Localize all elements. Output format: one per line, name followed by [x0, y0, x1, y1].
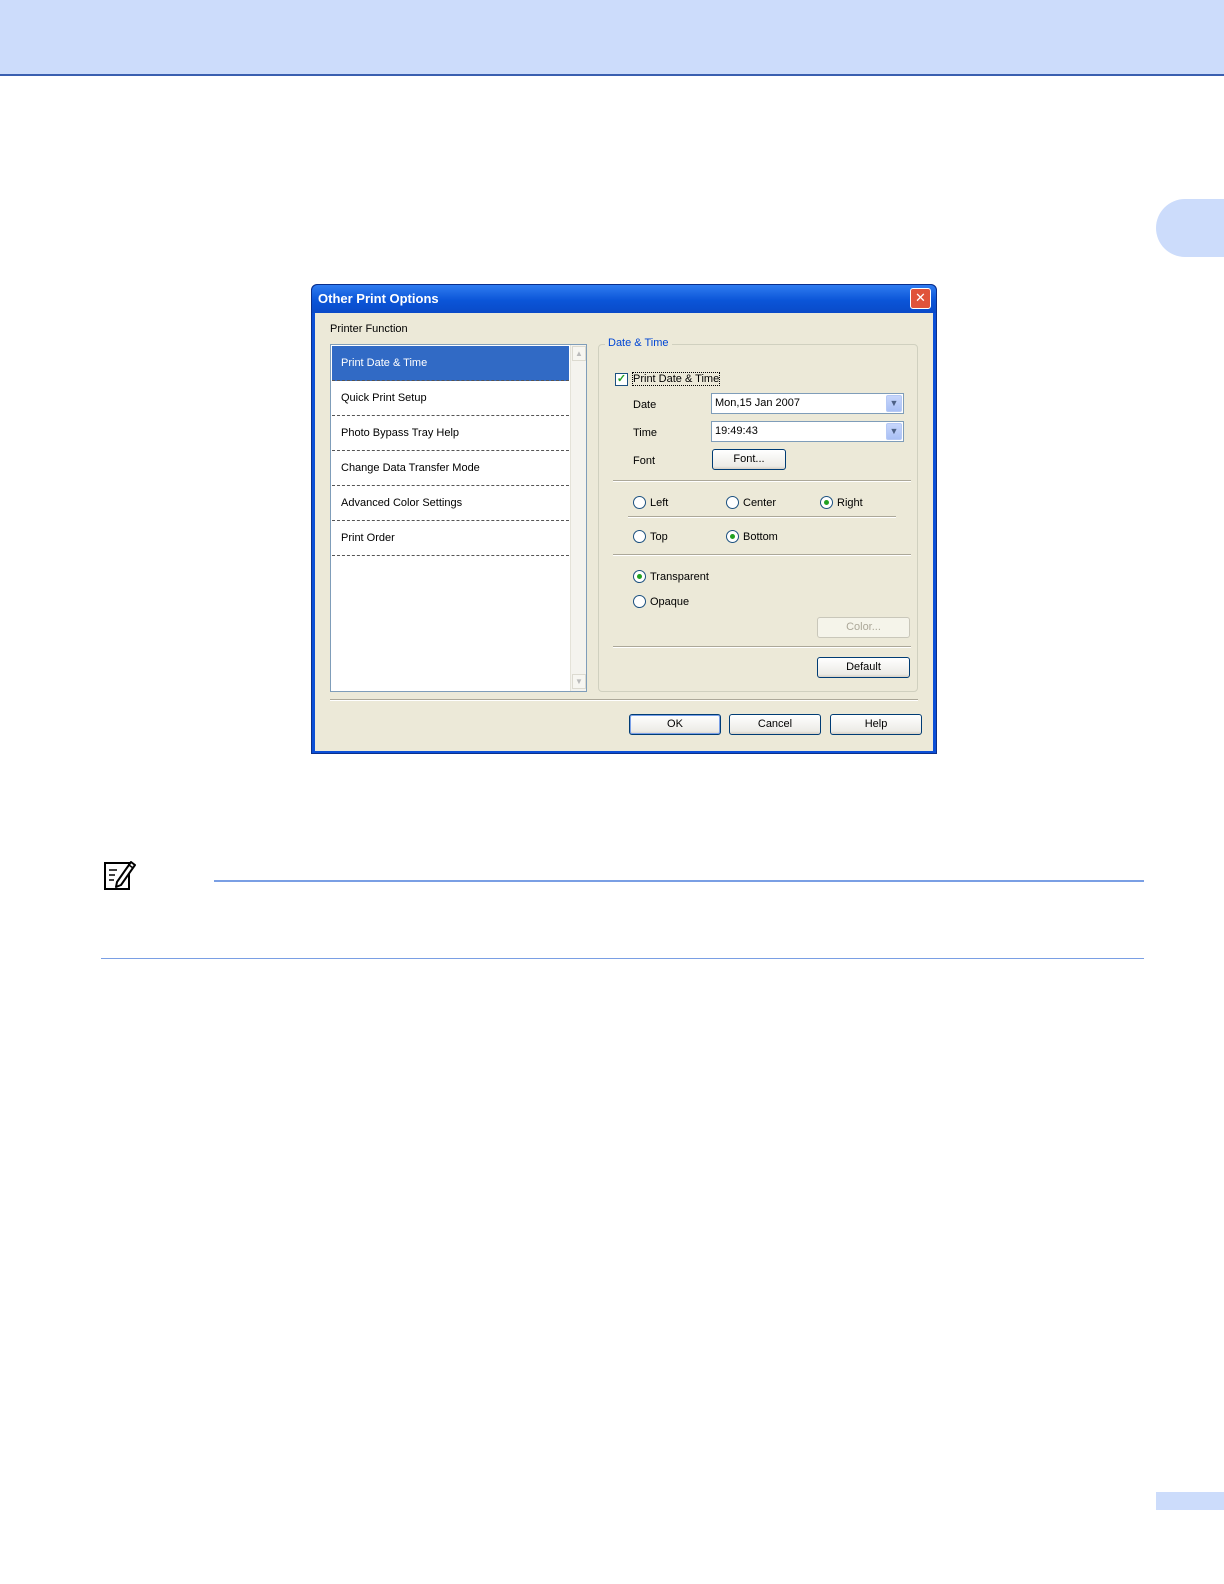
left-radio-label: Left: [650, 497, 669, 509]
transparent-radio-label: Transparent: [650, 571, 709, 583]
list-item-photo-bypass-tray-help[interactable]: Photo Bypass Tray Help: [332, 416, 569, 451]
left-radio[interactable]: [633, 496, 646, 509]
separator: [613, 480, 911, 482]
list-item-change-data-transfer-mode[interactable]: Change Data Transfer Mode: [332, 451, 569, 486]
close-icon: ✕: [915, 291, 926, 306]
center-radio-label: Center: [743, 497, 777, 509]
opaque-radio[interactable]: [633, 595, 646, 608]
print-date-time-label[interactable]: Print Date & Time: [631, 372, 721, 386]
page-header-band: [0, 0, 1224, 76]
list-item-quick-print-setup[interactable]: Quick Print Setup: [332, 381, 569, 416]
bottom-radio[interactable]: [726, 530, 739, 543]
note-bottom-rule: [101, 958, 1144, 959]
chevron-up-icon: ▲: [575, 349, 583, 358]
chevron-down-icon: ▼: [575, 677, 583, 686]
time-value: 19:49:43: [715, 425, 758, 437]
cancel-button[interactable]: Cancel: [729, 714, 821, 735]
font-button[interactable]: Font...: [712, 449, 786, 470]
print-date-time-checkbox[interactable]: ✓: [615, 373, 628, 386]
checkmark-icon: ✓: [616, 373, 627, 385]
time-label: Time: [633, 427, 658, 439]
separator: [628, 516, 896, 518]
list-item-print-order[interactable]: Print Order: [332, 521, 569, 556]
chevron-down-icon: ▼: [889, 426, 899, 436]
date-time-group-title: Date & Time: [605, 337, 672, 349]
printer-function-list[interactable]: Print Date & Time Quick Print Setup Phot…: [330, 344, 587, 692]
scroll-up-button[interactable]: ▲: [572, 346, 586, 361]
dialog-title-bar[interactable]: Other Print Options ✕: [312, 285, 936, 313]
transparent-radio[interactable]: [633, 570, 646, 583]
note-pencil-icon: [104, 861, 136, 890]
bottom-radio-label: Bottom: [743, 531, 778, 543]
note-top-rule: [214, 880, 1144, 882]
printer-function-label: Printer Function: [330, 323, 408, 335]
top-radio[interactable]: [633, 530, 646, 543]
footer-separator: [330, 699, 918, 701]
other-print-options-dialog: Other Print Options ✕ Printer Function P…: [311, 284, 937, 754]
date-value: Mon,15 Jan 2007: [715, 397, 801, 409]
date-label: Date: [633, 399, 657, 411]
scroll-down-button[interactable]: ▼: [572, 674, 586, 689]
time-select[interactable]: 19:49:43 ▼: [711, 421, 904, 442]
list-scrollbar[interactable]: ▲ ▼: [570, 345, 586, 691]
opaque-radio-label: Opaque: [650, 596, 690, 608]
separator: [613, 646, 911, 648]
dialog-client-area: Printer Function Print Date & Time Quick…: [315, 313, 933, 751]
ok-button[interactable]: OK: [629, 714, 721, 735]
date-select[interactable]: Mon,15 Jan 2007 ▼: [711, 393, 904, 414]
font-label: Font: [633, 455, 656, 467]
dialog-title: Other Print Options: [318, 291, 439, 306]
right-radio-label: Right: [837, 497, 863, 509]
right-radio[interactable]: [820, 496, 833, 509]
time-dropdown-button[interactable]: ▼: [886, 423, 902, 440]
date-dropdown-button[interactable]: ▼: [886, 395, 902, 412]
page-number-tab: [1156, 1492, 1224, 1510]
separator: [613, 554, 911, 556]
chapter-tab: [1156, 199, 1224, 257]
close-button[interactable]: ✕: [910, 288, 931, 309]
default-button[interactable]: Default: [817, 657, 910, 678]
list-item-advanced-color-settings[interactable]: Advanced Color Settings: [332, 486, 569, 521]
color-button[interactable]: Color...: [817, 617, 910, 638]
top-radio-label: Top: [650, 531, 668, 543]
list-item-print-date-time[interactable]: Print Date & Time: [332, 346, 569, 381]
help-button[interactable]: Help: [830, 714, 922, 735]
center-radio[interactable]: [726, 496, 739, 509]
chevron-down-icon: ▼: [889, 398, 899, 408]
